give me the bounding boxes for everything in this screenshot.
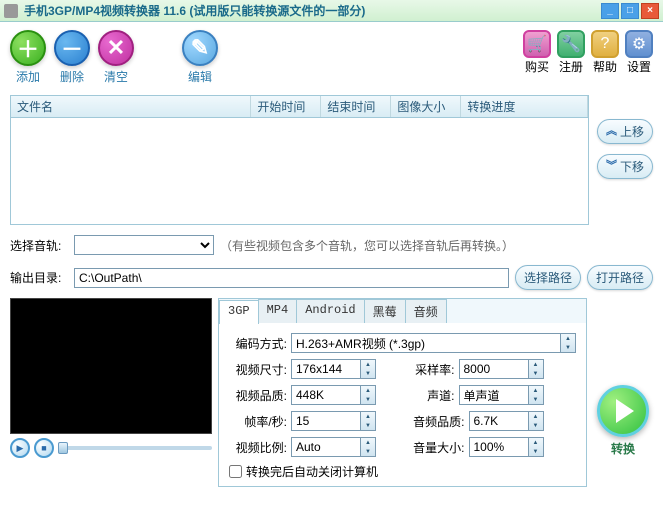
col-progress[interactable]: 转换进度 — [461, 96, 588, 117]
x-icon: ✕ — [98, 30, 134, 66]
vq-input[interactable] — [291, 385, 361, 405]
minus-icon: － — [54, 30, 90, 66]
fps-spinner[interactable]: ▲▼ — [361, 411, 376, 431]
codec-spinner[interactable]: ▲▼ — [561, 333, 576, 353]
open-path-button[interactable]: 打开路径 — [587, 265, 653, 290]
edit-icon: ✎ — [182, 30, 218, 66]
aq-spinner[interactable]: ▲▼ — [529, 411, 544, 431]
add-button[interactable]: ＋ 添加 — [10, 30, 46, 85]
slider-thumb[interactable] — [58, 442, 68, 454]
play-icon — [616, 399, 634, 423]
tab-blackberry[interactable]: 黑莓 — [364, 299, 406, 323]
size-input[interactable] — [291, 359, 361, 379]
tab-mp4[interactable]: MP4 — [258, 299, 298, 323]
tab-android[interactable]: Android — [296, 299, 364, 323]
shutdown-label: 转换完后自动关闭计算机 — [246, 463, 378, 480]
aq-label: 音频品质: — [405, 413, 465, 430]
app-icon — [4, 4, 18, 18]
chevron-down-icon: ︾ — [606, 161, 617, 172]
col-filename[interactable]: 文件名 — [11, 96, 251, 117]
cart-icon: 🛒 — [523, 30, 551, 58]
maximize-button[interactable]: □ — [621, 3, 639, 19]
ratio-input[interactable] — [291, 437, 361, 457]
col-size[interactable]: 图像大小 — [391, 96, 461, 117]
output-path-input[interactable] — [74, 268, 509, 288]
chan-label: 声道: — [405, 387, 455, 404]
shutdown-checkbox[interactable] — [229, 465, 242, 478]
question-icon: ? — [591, 30, 619, 58]
minimize-button[interactable]: _ — [601, 3, 619, 19]
close-button[interactable]: × — [641, 3, 659, 19]
output-label: 输出目录: — [10, 269, 68, 286]
delete-button[interactable]: － 删除 — [54, 30, 90, 85]
fps-input[interactable] — [291, 411, 361, 431]
tab-audio[interactable]: 音频 — [405, 299, 447, 323]
vol-label: 音量大小: — [405, 439, 465, 456]
window-title: 手机3GP/MP4视频转换器 11.6 (试用版只能转换源文件的一部分) — [24, 2, 601, 19]
video-preview — [10, 298, 212, 434]
vol-spinner[interactable]: ▲▼ — [529, 437, 544, 457]
chan-spinner[interactable]: ▲▼ — [529, 385, 544, 405]
col-end[interactable]: 结束时间 — [321, 96, 391, 117]
aq-input[interactable] — [469, 411, 529, 431]
help-button[interactable]: ?帮助 — [591, 30, 619, 75]
audio-track-hint: （有些视频包含多个音轨，您可以选择音轨后再转换。） — [220, 237, 514, 254]
fps-label: 帧率/秒: — [229, 413, 287, 430]
vq-label: 视频品质: — [229, 387, 287, 404]
play-button[interactable]: ▶ — [10, 438, 30, 458]
move-down-button[interactable]: ︾下移 — [597, 154, 653, 179]
edit-button[interactable]: ✎ 编辑 — [182, 30, 218, 85]
size-spinner[interactable]: ▲▼ — [361, 359, 376, 379]
convert-label: 转换 — [611, 440, 635, 457]
vol-input[interactable] — [469, 437, 529, 457]
gear-icon: ⚙ — [625, 30, 653, 58]
rate-spinner[interactable]: ▲▼ — [529, 359, 544, 379]
buy-button[interactable]: 🛒购买 — [523, 30, 551, 75]
stop-button[interactable]: ■ — [34, 438, 54, 458]
vq-spinner[interactable]: ▲▼ — [361, 385, 376, 405]
audio-track-select[interactable] — [74, 235, 214, 255]
codec-input[interactable] — [291, 333, 561, 353]
seek-slider[interactable] — [58, 446, 212, 450]
ratio-spinner[interactable]: ▲▼ — [361, 437, 376, 457]
convert-button[interactable] — [597, 385, 649, 437]
chan-input[interactable] — [459, 385, 529, 405]
rate-label: 采样率: — [405, 361, 455, 378]
col-start[interactable]: 开始时间 — [251, 96, 321, 117]
rate-input[interactable] — [459, 359, 529, 379]
audio-track-label: 选择音轨: — [10, 237, 68, 254]
register-button[interactable]: 🔧注册 — [557, 30, 585, 75]
tab-3gp[interactable]: 3GP — [219, 300, 259, 324]
size-label: 视频尺寸: — [229, 361, 287, 378]
ratio-label: 视频比例: — [229, 439, 287, 456]
settings-button[interactable]: ⚙设置 — [625, 30, 653, 75]
file-table[interactable]: 文件名 开始时间 结束时间 图像大小 转换进度 — [10, 95, 589, 225]
move-up-button[interactable]: ︽上移 — [597, 119, 653, 144]
clear-button[interactable]: ✕ 清空 — [98, 30, 134, 85]
choose-path-button[interactable]: 选择路径 — [515, 265, 581, 290]
chevron-up-icon: ︽ — [606, 126, 617, 137]
key-icon: 🔧 — [557, 30, 585, 58]
codec-label: 编码方式: — [229, 335, 287, 352]
plus-icon: ＋ — [10, 30, 46, 66]
